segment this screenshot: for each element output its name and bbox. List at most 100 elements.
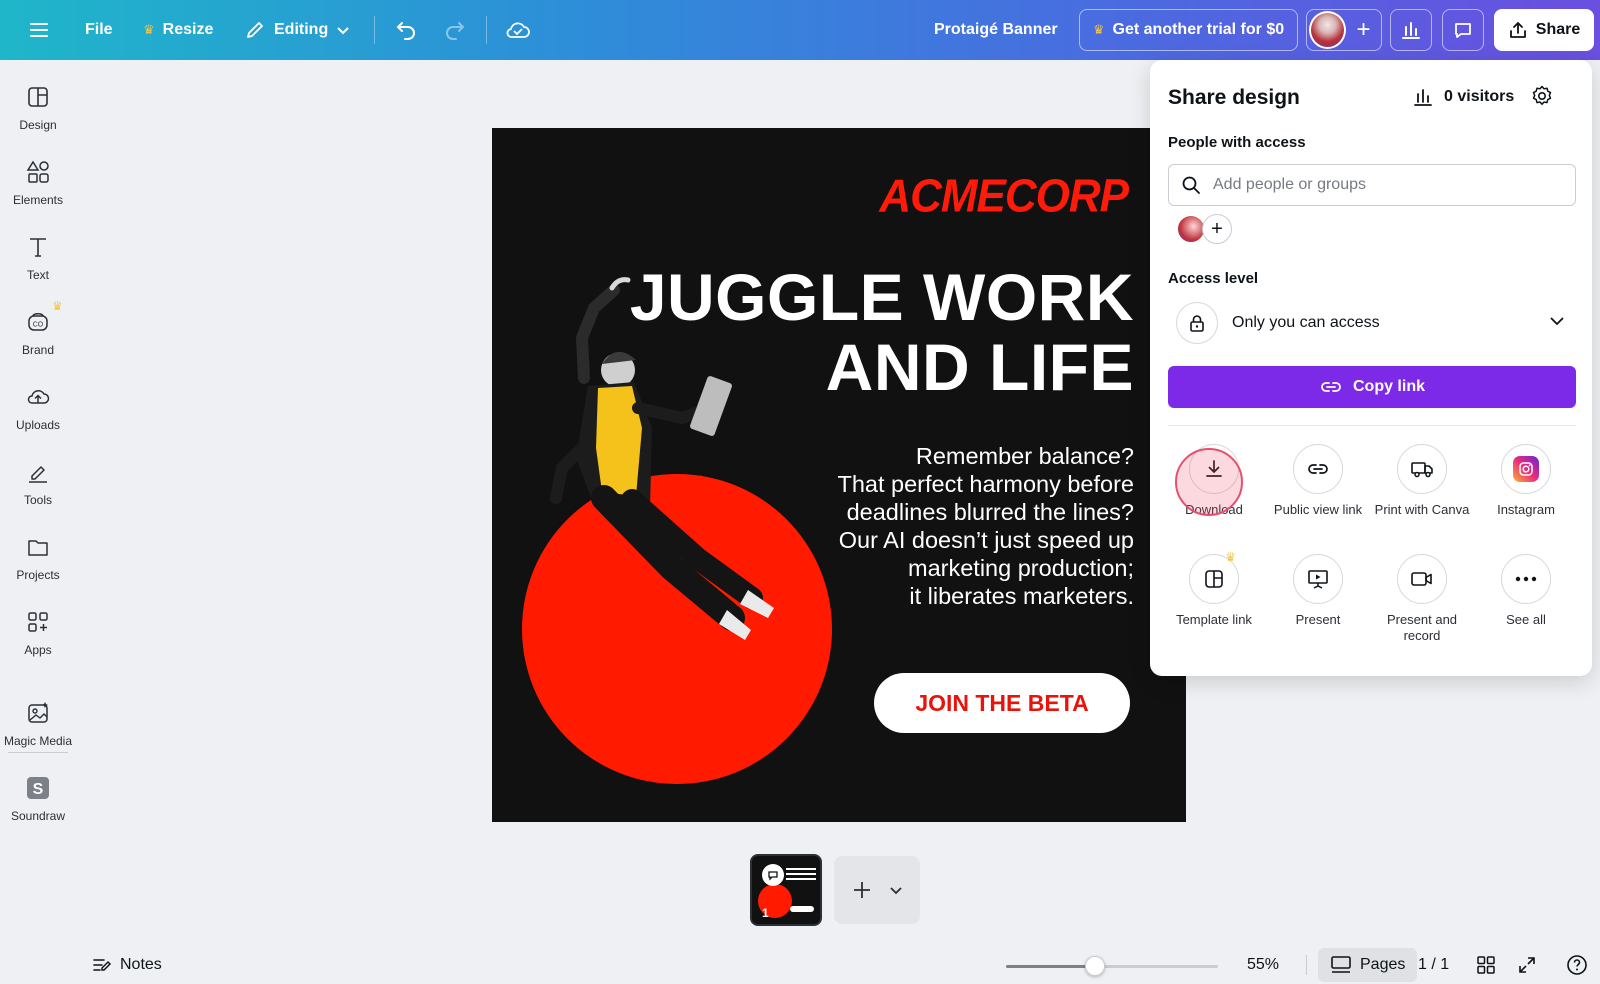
sidebar-item-uploads[interactable]: Uploads (0, 384, 76, 454)
file-menu[interactable]: File (85, 0, 113, 60)
bar-chart-icon (1414, 89, 1432, 106)
share-upload-icon (1509, 22, 1526, 38)
notes-button[interactable]: Notes (92, 946, 162, 984)
comment-icon (1455, 23, 1471, 38)
page-thumbnail[interactable]: 1 (750, 854, 822, 926)
crown-icon: ♛ (143, 22, 155, 37)
fullscreen-button[interactable] (1517, 946, 1537, 984)
crown-icon: ♛ (1092, 22, 1105, 37)
design-canvas[interactable]: ACMECORP JUGGLE WORK AND LIFE Remember b… (492, 128, 1186, 822)
gear-icon (1532, 85, 1552, 106)
top-bar: File ♛ Resize Editing Protaigé Banner ♛ … (0, 0, 1600, 60)
sidebar-item-tools[interactable]: Tools (0, 459, 76, 529)
share-option-template-link[interactable]: ♛ Template link (1162, 550, 1266, 628)
crown-icon: ♛ (1225, 550, 1236, 564)
share-settings-button[interactable] (1530, 84, 1554, 113)
insights-button[interactable] (1390, 9, 1432, 51)
grid-view-button[interactable] (1476, 946, 1496, 984)
left-sidebar: Design Elements Text ♛ CO Brand Uploads … (0, 60, 76, 984)
thumb-cta (790, 906, 814, 912)
user-avatar (1309, 11, 1347, 49)
sidebar-item-apps[interactable]: Apps (0, 609, 76, 679)
visitors-button[interactable]: 0 visitors (1412, 86, 1514, 108)
page-counter: 1 / 1 (1418, 956, 1450, 973)
instagram-option-circle (1501, 444, 1551, 494)
more-icon (1515, 576, 1537, 582)
share-option-present-and-record[interactable]: Present and record (1370, 554, 1474, 644)
share-option-print[interactable]: Print with Canva (1370, 444, 1474, 518)
notes-icon (93, 959, 112, 971)
zoom-level[interactable]: 55% (1247, 946, 1279, 984)
add-page-button[interactable] (834, 856, 920, 924)
copy-link-button[interactable]: Copy link (1168, 366, 1576, 408)
instagram-icon (1513, 456, 1539, 482)
thumb-headline (786, 868, 816, 882)
access-level-label: Access level (1168, 270, 1259, 287)
access-level-dropdown[interactable]: Only you can access (1168, 300, 1576, 346)
editing-dropdown[interactable]: Editing (244, 0, 350, 60)
page-number: 1 (762, 906, 769, 920)
present-icon (1308, 570, 1328, 589)
sidebar-item-elements[interactable]: Elements (0, 159, 76, 229)
link-icon (1308, 464, 1328, 474)
redo-icon (446, 22, 465, 40)
sidebar-item-projects[interactable]: Projects (0, 534, 76, 604)
cloud-save-button[interactable] (505, 0, 531, 60)
add-person-button[interactable]: + (1202, 214, 1232, 244)
pages-icon (1331, 956, 1351, 973)
undo-button[interactable] (394, 0, 418, 60)
share-button[interactable]: Share (1494, 9, 1594, 51)
print-option-circle (1397, 444, 1447, 494)
link-icon (1321, 382, 1341, 392)
hamburger-icon (30, 23, 48, 37)
share-option-see-all[interactable]: See all (1474, 554, 1578, 628)
pages-button[interactable]: Pages (1318, 948, 1418, 982)
magic-media-icon (28, 702, 48, 723)
menu-button[interactable] (28, 0, 50, 60)
share-option-download[interactable]: Download (1162, 444, 1266, 518)
headline-text[interactable]: JUGGLE WORK AND LIFE (630, 262, 1134, 402)
zoom-slider-handle[interactable] (1085, 956, 1105, 976)
trial-button[interactable]: ♛ Get another trial for $0 (1079, 9, 1298, 51)
help-button[interactable] (1566, 946, 1588, 984)
zoom-slider[interactable] (1006, 956, 1218, 976)
share-option-instagram[interactable]: Instagram (1474, 444, 1578, 518)
add-people-input[interactable] (1213, 176, 1553, 194)
collaborators-button[interactable]: + (1306, 9, 1382, 51)
toolbar-divider (486, 16, 487, 44)
share-option-present[interactable]: Present (1266, 554, 1370, 628)
redo-button[interactable] (443, 0, 467, 60)
bottom-bar: Notes 55% Pages 1 / 1 (0, 946, 1600, 984)
sidebar-item-design[interactable]: Design (0, 84, 76, 154)
add-people-field[interactable] (1168, 164, 1576, 206)
comments-button[interactable] (1442, 9, 1484, 51)
elements-icon (26, 160, 49, 183)
fullscreen-icon (1519, 957, 1535, 973)
sidebar-item-text[interactable]: Text (0, 234, 76, 304)
search-icon (1182, 176, 1200, 194)
plus-icon (854, 882, 870, 898)
soundraw-icon: S (27, 777, 49, 799)
zoom-slider-fill (1006, 965, 1095, 968)
resize-button[interactable]: ♛ Resize (143, 0, 213, 60)
share-option-public-view-link[interactable]: Public view link (1266, 444, 1370, 518)
cta-button[interactable]: JOIN THE BETA (874, 673, 1130, 733)
sidebar-item-soundraw[interactable]: S Soundraw (0, 775, 76, 845)
sidebar-item-magic-media[interactable]: Magic Media (0, 700, 76, 770)
crown-icon: ♛ (52, 299, 63, 313)
share-design-panel: Share design 0 visitors People with acce… (1150, 60, 1592, 676)
pencil-icon (247, 22, 263, 38)
present-option-circle (1293, 554, 1343, 604)
download-option-circle (1189, 444, 1239, 494)
toolbar-divider (374, 16, 375, 44)
more-option-circle (1501, 554, 1551, 604)
sidebar-item-brand[interactable]: ♛ CO Brand (0, 299, 76, 379)
brand-logo[interactable]: ACMECORP (879, 171, 1129, 224)
add-collaborator-icon: + (1356, 16, 1371, 43)
apps-icon (28, 612, 48, 632)
help-icon (1567, 955, 1587, 975)
design-icon (28, 87, 48, 107)
design-title[interactable]: Protaigé Banner (934, 0, 1058, 60)
template-icon (1205, 570, 1223, 588)
body-text[interactable]: Remember balance? That perfect harmony b… (837, 442, 1134, 610)
